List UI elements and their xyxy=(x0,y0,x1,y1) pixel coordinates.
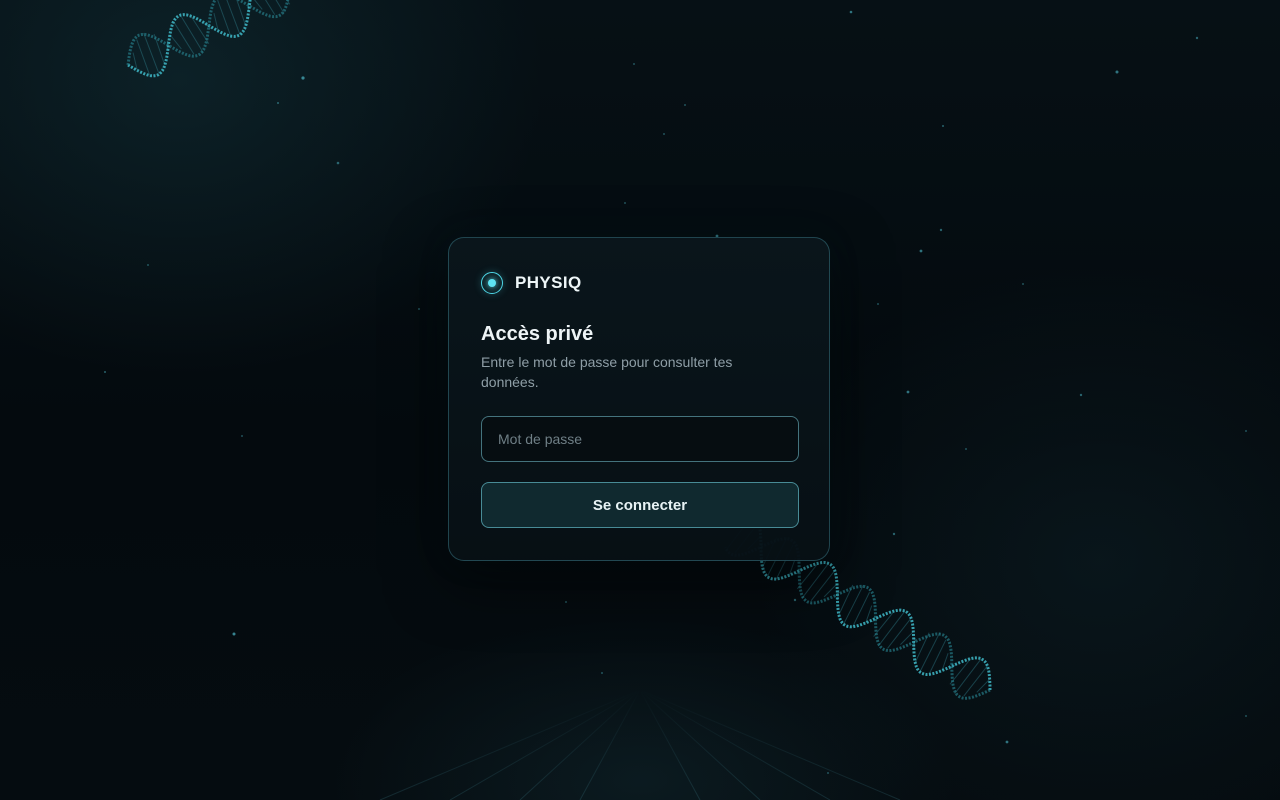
radio-dot-icon xyxy=(481,272,503,294)
password-input[interactable] xyxy=(481,416,799,462)
helix-rung xyxy=(217,0,232,37)
brand: PHYSIQ xyxy=(481,270,797,296)
brand-name: PHYSIQ xyxy=(515,273,582,292)
helix-rung xyxy=(919,632,941,673)
dna-helix-icon xyxy=(126,0,454,78)
login-button[interactable]: Se connecter xyxy=(481,482,799,528)
page-title: Accès privé xyxy=(481,323,594,345)
helix-rung xyxy=(865,605,873,624)
perspective-grid xyxy=(379,689,901,800)
helix-rung xyxy=(852,592,870,627)
helix-rung xyxy=(963,665,988,697)
helix-strand xyxy=(127,0,453,78)
helix-rung xyxy=(838,584,854,616)
login-screen: PHYSIQ Accès privé Entre le mot de passe… xyxy=(0,0,1280,800)
brand-dot xyxy=(488,279,496,287)
page-subtitle: Entre le mot de passe pour consulter tes… xyxy=(481,354,733,390)
helix-rung xyxy=(260,0,285,14)
helix-rung xyxy=(136,39,151,76)
login-card: PHYSIQ Accès privé Entre le mot de passe… xyxy=(448,237,830,561)
helix-rung xyxy=(169,34,182,50)
helix-rung xyxy=(976,678,991,693)
helix-rung xyxy=(254,0,276,15)
